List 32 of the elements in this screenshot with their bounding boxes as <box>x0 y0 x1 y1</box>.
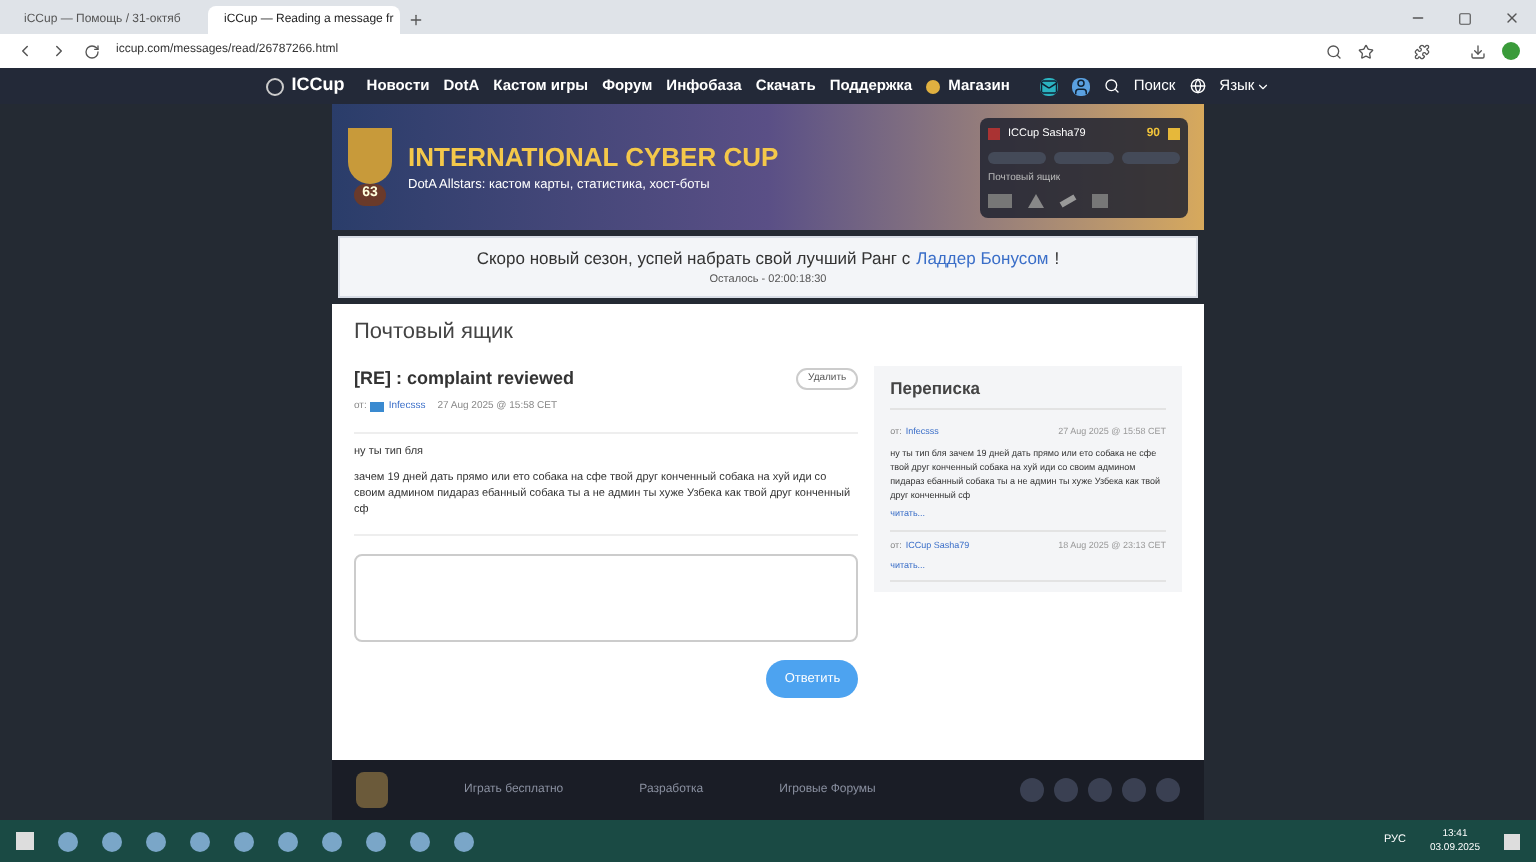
status-bar <box>1054 151 1114 163</box>
mail-icon[interactable] <box>1039 77 1058 95</box>
user-icon[interactable] <box>1071 77 1090 95</box>
logo-icon <box>265 77 284 95</box>
puzzle-icon[interactable] <box>1414 43 1430 59</box>
star-icon[interactable] <box>1358 43 1374 59</box>
coins-icon <box>1168 128 1180 140</box>
profile-avatar[interactable] <box>1502 42 1520 60</box>
search-icon[interactable] <box>1326 43 1342 59</box>
status-bar <box>1121 151 1180 163</box>
forward-icon[interactable] <box>50 42 68 60</box>
banner-title: INTERNATIONAL CYBER CUP <box>408 139 779 176</box>
message-title: [RE] : complaint reviewed <box>354 365 575 392</box>
notice-text: ! <box>1054 246 1060 272</box>
back-icon[interactable] <box>16 42 34 60</box>
ladder-bonus-link[interactable]: Ладдер Бонусом <box>916 246 1049 272</box>
user-avatar <box>988 128 1000 140</box>
maximize-icon[interactable] <box>1458 12 1472 26</box>
caret-icon[interactable] <box>1256 79 1271 93</box>
status-bar <box>988 151 1047 163</box>
globe-icon <box>1189 78 1206 94</box>
close-icon[interactable] <box>1504 10 1520 26</box>
download-icon[interactable] <box>1470 43 1486 59</box>
flag-icon <box>370 402 385 413</box>
search-icon <box>1103 78 1120 94</box>
warning-icon[interactable] <box>1028 194 1044 208</box>
page-title: Почтовый ящик <box>354 318 515 348</box>
thread-title: Переписка <box>890 375 1166 411</box>
new-tab-icon[interactable] <box>408 12 424 28</box>
notice-text: Скоро новый сезон, успей набрать свой лучший Ранг с <box>476 246 911 272</box>
site-logo[interactable]: ICCup <box>291 72 345 100</box>
reload-icon[interactable] <box>84 43 100 59</box>
